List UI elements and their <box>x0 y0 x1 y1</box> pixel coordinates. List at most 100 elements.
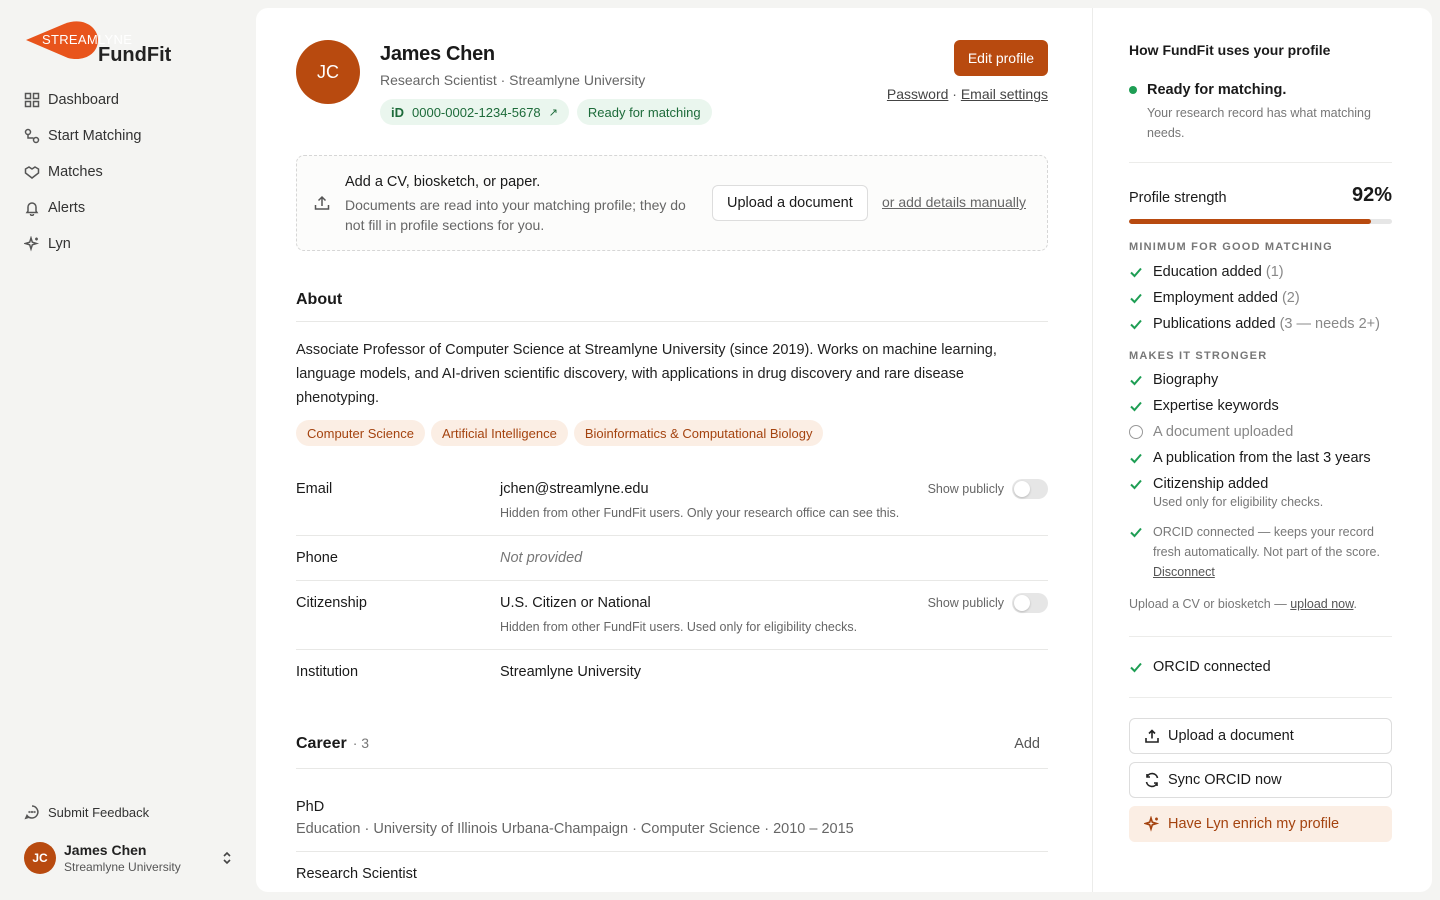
add-career-button[interactable]: Add <box>1014 736 1040 752</box>
divider <box>1129 636 1392 637</box>
divider <box>296 768 1048 769</box>
account-links: Password · Email settings <box>887 86 1048 102</box>
dashboard-icon <box>24 92 40 108</box>
streamlyne-logo[interactable]: STREAMLYNE FundFit <box>24 18 184 68</box>
checklist-sub: Used only for eligibility checks. <box>1153 495 1324 509</box>
show-publicly-label: Show publicly <box>927 482 1004 496</box>
user-menu[interactable]: JC James Chen Streamlyne University <box>24 842 234 874</box>
checklist-label: Publications added <box>1153 316 1276 332</box>
profile-strength-value: 92% <box>1351 184 1392 206</box>
divider <box>1129 697 1392 698</box>
sidebar-item-label: Matches <box>48 164 103 180</box>
upload-document-sidebar-button[interactable]: Upload a document <box>1129 718 1392 754</box>
upload-document-button[interactable]: Upload a document <box>712 185 868 221</box>
sparkle-icon <box>24 236 40 252</box>
checklist-item: Citizenship added <box>1129 476 1268 492</box>
check-icon <box>1130 375 1142 386</box>
sparkle-icon <box>1144 816 1160 832</box>
email-show-publicly-toggle[interactable] <box>1012 479 1048 499</box>
sidebar: STREAMLYNE FundFit Dashboard Start Match… <box>0 0 256 900</box>
checklist-detail: (3 — needs 2+) <box>1279 316 1380 332</box>
checklist-item: Biography <box>1129 372 1218 388</box>
checklist-label: Employment added <box>1153 290 1278 306</box>
logo-text-main: FundFit <box>98 44 172 66</box>
disconnect-link[interactable]: Disconnect <box>1153 565 1215 579</box>
orcid-connected-label: ORCID connected <box>1153 659 1271 675</box>
tag-bioinformatics[interactable]: Bioinformatics & Computational Biology <box>573 420 824 446</box>
checklist-label: A publication from the last 3 years <box>1153 450 1371 466</box>
sync-icon <box>1145 772 1159 788</box>
checklist-label: Citizenship added <box>1153 476 1269 492</box>
career-heading: Career · 3 <box>296 735 369 753</box>
tag-computer-science[interactable]: Computer Science <box>296 420 425 446</box>
upload-description: Documents are read into your matching pr… <box>345 197 686 233</box>
career-item-title[interactable]: Research Scientist <box>296 866 417 882</box>
divider <box>296 649 1048 650</box>
checklist-item: Expertise keywords <box>1129 398 1279 414</box>
ready-title: Ready for matching. <box>1147 82 1287 98</box>
sidebar-item-alerts[interactable]: Alerts <box>24 190 142 226</box>
button-label: Have Lyn enrich my profile <box>1168 816 1340 832</box>
orcid-icon: iD <box>391 104 404 120</box>
show-publicly-label: Show publicly <box>927 596 1004 610</box>
check-icon <box>1130 453 1142 464</box>
feedback-label: Submit Feedback <box>48 804 150 820</box>
profile-strength-bar <box>1129 219 1392 224</box>
email-label: Email <box>296 481 333 497</box>
tag-artificial-intelligence[interactable]: Artificial Intelligence <box>430 420 568 446</box>
password-link[interactable]: Password <box>887 86 948 102</box>
orcid-pill[interactable]: iD 0000-0002-1234-5678 ↗ <box>380 99 569 125</box>
checklist-item: Education added (1) <box>1129 264 1284 280</box>
status-dot <box>1129 86 1137 94</box>
chat-bubble-icon <box>24 805 39 820</box>
sidebar-item-label: Start Matching <box>48 128 142 144</box>
profile-pills: iD 0000-0002-1234-5678 ↗ Ready for match… <box>380 99 712 125</box>
about-text: Associate Professor of Computer Science … <box>296 342 997 406</box>
career-count: · 3 <box>352 735 370 751</box>
upload-now-link[interactable]: upload now <box>1290 597 1353 611</box>
orcid-note-text: ORCID connected — keeps your record fres… <box>1153 522 1392 582</box>
check-icon <box>1130 479 1142 490</box>
upload-icon <box>1145 729 1159 743</box>
sidebar-item-lyn[interactable]: Lyn <box>24 226 142 262</box>
orcid-id: 0000-0002-1234-5678 <box>412 104 541 120</box>
citizenship-show-publicly-toggle[interactable] <box>1012 593 1048 613</box>
sidebar-nav: Dashboard Start Matching Matches Alerts … <box>24 82 142 262</box>
divider <box>296 535 1048 536</box>
submit-feedback-link[interactable]: Submit Feedback <box>24 804 149 820</box>
career-item-title[interactable]: PhD <box>296 799 324 815</box>
sync-orcid-button[interactable]: Sync ORCID now <box>1129 762 1392 798</box>
chevron-up-down-icon <box>223 851 231 865</box>
check-icon <box>1130 401 1142 412</box>
lyn-enrich-button[interactable]: Have Lyn enrich my profile <box>1129 806 1392 842</box>
email-settings-link[interactable]: Email settings <box>961 86 1048 102</box>
checklist-label: Education added <box>1153 264 1262 280</box>
stronger-caption: MAKES IT STRONGER <box>1129 350 1268 362</box>
check-icon <box>1130 319 1142 330</box>
divider <box>296 851 1048 852</box>
sidebar-item-dashboard[interactable]: Dashboard <box>24 82 142 118</box>
sidebar-item-matches[interactable]: Matches <box>24 154 142 190</box>
check-icon <box>1130 662 1142 673</box>
upload-icon <box>314 195 330 210</box>
handshake-icon <box>24 166 40 179</box>
profile-content: JC James Chen Research Scientist · Strea… <box>296 8 1048 892</box>
profile-strength-fill <box>1129 219 1371 224</box>
phone-value: Not provided <box>500 550 583 566</box>
orcid-connected-status: ORCID connected <box>1129 659 1271 675</box>
upload-cv-suffix: . <box>1353 597 1357 611</box>
add-details-manually-link[interactable]: or add details manually <box>882 194 1026 210</box>
avatar: JC <box>24 842 56 874</box>
upload-cv-hint: Upload a CV or biosketch — upload now. <box>1129 597 1357 611</box>
edit-profile-button[interactable]: Edit profile <box>953 40 1048 76</box>
user-org: Streamlyne University <box>64 860 181 874</box>
expertise-tags: Computer Science Artificial Intelligence… <box>296 420 824 446</box>
upload-dropzone[interactable]: Add a CV, biosketch, or paper. Documents… <box>296 155 1048 251</box>
career-item-meta: Education · University of Illinois Urban… <box>296 821 854 837</box>
button-label: Sync ORCID now <box>1168 772 1282 788</box>
sidebar-item-start-matching[interactable]: Start Matching <box>24 118 142 154</box>
divider <box>1129 162 1392 163</box>
institution-label: Institution <box>296 664 359 680</box>
sidebar-item-label: Alerts <box>48 200 86 216</box>
user-name: James Chen <box>64 842 147 858</box>
